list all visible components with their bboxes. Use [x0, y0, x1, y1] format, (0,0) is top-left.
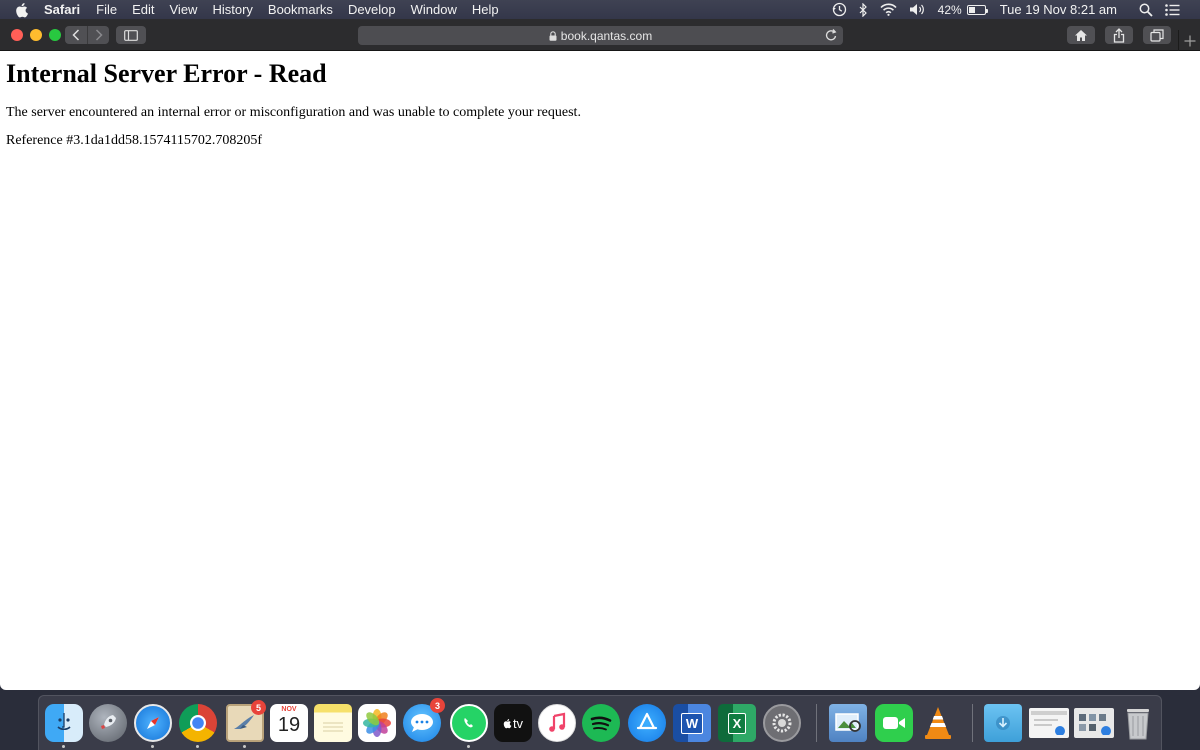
apple-tv-label: tv — [512, 715, 524, 731]
launchpad-icon[interactable] — [89, 704, 127, 742]
address-bar[interactable]: book.qantas.com — [358, 26, 843, 45]
share-button[interactable] — [1105, 26, 1133, 44]
window-controls — [11, 29, 68, 41]
menu-develop[interactable]: Develop — [348, 2, 396, 17]
apple-tv-icon[interactable]: tv — [494, 704, 532, 742]
dock-separator — [972, 704, 973, 742]
menu-clock[interactable]: Tue 19 Nov 8:21 am — [1000, 2, 1117, 17]
menu-file[interactable]: File — [96, 2, 117, 17]
menu-window[interactable]: Window — [411, 2, 457, 17]
photos-icon[interactable] — [358, 704, 396, 742]
fullscreen-window-button[interactable] — [49, 29, 61, 41]
battery-percent: 42% — [937, 2, 962, 17]
volume-icon[interactable] — [909, 0, 926, 19]
spotify-icon[interactable] — [582, 704, 620, 742]
tab-overview-button[interactable] — [1143, 26, 1171, 44]
spotlight-search-icon[interactable] — [1139, 0, 1153, 19]
menu-app-name[interactable]: Safari — [44, 2, 80, 17]
browser-toolbar: book.qantas.com — [0, 19, 1200, 51]
calendar-icon[interactable]: NOV 19 — [270, 704, 308, 742]
menu-view[interactable]: View — [170, 2, 198, 17]
facetime-icon[interactable] — [875, 704, 913, 742]
excel-letter: X — [727, 712, 747, 734]
close-window-button[interactable] — [11, 29, 23, 41]
reload-icon[interactable] — [825, 28, 838, 42]
notes-icon[interactable] — [314, 704, 352, 742]
mail-icon[interactable]: 5 — [226, 700, 266, 742]
safari-running-indicator — [151, 745, 154, 748]
page-heading: Internal Server Error - Read — [6, 59, 327, 88]
battery-level — [968, 6, 975, 13]
error-message: The server encountered an internal error… — [6, 105, 581, 120]
forward-button[interactable] — [87, 26, 109, 44]
music-icon[interactable] — [538, 704, 576, 742]
notification-center-icon[interactable] — [1165, 0, 1180, 19]
finder-icon[interactable] — [45, 704, 83, 742]
excel-icon[interactable]: X — [718, 704, 756, 742]
lock-icon — [549, 30, 557, 41]
minimize-window-button[interactable] — [30, 29, 42, 41]
folder-stack-icon[interactable] — [1074, 708, 1114, 738]
menu-edit[interactable]: Edit — [132, 2, 154, 17]
vlc-icon[interactable] — [919, 704, 957, 742]
downloads-folder-icon[interactable] — [984, 704, 1022, 742]
app-store-icon[interactable] — [628, 704, 666, 742]
mail-running-indicator — [243, 745, 246, 748]
dock: 5 NOV 19 3 tv W X — [38, 695, 1162, 750]
whatsapp-icon[interactable] — [450, 704, 488, 742]
mail-badge: 5 — [251, 700, 266, 715]
calendar-month: NOV — [281, 706, 297, 713]
sidebar-toggle-button[interactable] — [116, 26, 146, 44]
menu-history[interactable]: History — [212, 2, 252, 17]
apple-menu-icon[interactable] — [14, 2, 30, 18]
word-letter: W — [680, 712, 704, 734]
chrome-icon[interactable] — [179, 704, 217, 742]
battery-icon[interactable] — [966, 4, 988, 15]
system-preferences-icon[interactable] — [763, 704, 801, 742]
back-button[interactable] — [65, 26, 87, 44]
menu-help[interactable]: Help — [472, 2, 499, 17]
dock-separator — [816, 704, 817, 742]
error-reference: Reference #3.1da1dd58.1574115702.708205f — [6, 133, 263, 148]
minimized-window-icon[interactable] — [1029, 708, 1069, 738]
safari-icon[interactable] — [134, 704, 172, 742]
navigation-buttons — [65, 26, 109, 44]
messages-badge: 3 — [430, 698, 445, 713]
word-icon[interactable]: W — [673, 704, 711, 742]
calendar-day: 19 — [277, 714, 301, 736]
home-button[interactable] — [1067, 26, 1095, 44]
menu-bookmarks[interactable]: Bookmarks — [268, 2, 333, 17]
preview-icon[interactable] — [829, 704, 867, 742]
web-page: Internal Server Error - Read The server … — [0, 51, 1200, 690]
messages-icon[interactable]: 3 — [403, 698, 445, 742]
menu-bar: Safari File Edit View History Bookmarks … — [0, 0, 1200, 19]
whatsapp-running-indicator — [467, 745, 470, 748]
trash-icon[interactable] — [1119, 704, 1157, 742]
time-machine-icon[interactable] — [832, 0, 847, 19]
finder-running-indicator — [62, 745, 65, 748]
new-tab-button[interactable] — [1178, 30, 1200, 51]
wifi-icon[interactable] — [880, 0, 897, 19]
bluetooth-icon[interactable] — [859, 0, 868, 19]
chrome-running-indicator — [196, 745, 199, 748]
url-text: book.qantas.com — [560, 28, 653, 43]
